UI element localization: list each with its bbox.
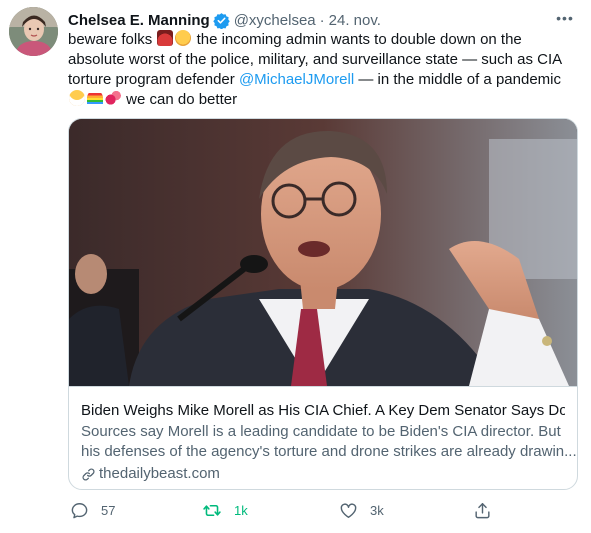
heart-icon — [339, 501, 358, 520]
author-handle[interactable]: @xychelsea — [234, 12, 316, 29]
retweet-icon — [202, 501, 222, 520]
reply-count: 57 — [101, 502, 116, 518]
link-card[interactable]: Biden Weighs Mike Morell as His CIA Chie… — [68, 118, 578, 490]
separator-dot: · — [319, 11, 325, 29]
face-with-mask-emoji-icon — [69, 90, 85, 106]
retweet-button[interactable]: 1k — [202, 498, 248, 522]
tweet-text-line-3: torture program defender @MichaelJMorell… — [68, 70, 580, 90]
link-icon — [81, 467, 96, 482]
tweet[interactable]: Chelsea E. Manning @xychelsea · 24. nov.… — [0, 0, 591, 533]
share-button[interactable] — [473, 498, 492, 522]
tweet-text: beware folks the incoming admin wants to… — [68, 30, 580, 110]
more-icon[interactable]: ••• — [555, 8, 575, 28]
share-icon — [473, 501, 492, 520]
card-photo — [69, 119, 577, 386]
retweet-count: 1k — [234, 502, 248, 518]
avatar-image — [9, 7, 58, 56]
two-hearts-emoji-icon — [105, 90, 121, 106]
tweet-text-segment: torture program defender — [68, 71, 235, 88]
verified-badge-icon — [212, 12, 230, 29]
card-body[interactable]: Biden Weighs Mike Morell as His CIA Chie… — [69, 386, 577, 489]
tweet-text-segment: — in the middle of a pandemic — [358, 71, 561, 88]
mention-link[interactable]: @MichaelJMorell — [239, 71, 354, 88]
screaming-face-emoji-icon — [175, 30, 192, 46]
siren-emoji-icon — [157, 30, 174, 46]
card-domain-text: thedailybeast.com — [99, 465, 220, 482]
avatar[interactable] — [9, 7, 58, 56]
tweet-date[interactable]: 24. nov. — [329, 12, 381, 29]
action-bar: 57 1k 3k — [68, 498, 568, 522]
card-title: Biden Weighs Mike Morell as His CIA Chie… — [81, 402, 565, 419]
card-domain: thedailybeast.com — [81, 464, 565, 484]
reply-button[interactable]: 57 — [70, 498, 115, 522]
reply-icon — [70, 501, 89, 520]
rainbow-emoji-icon — [87, 90, 103, 106]
author-name[interactable]: Chelsea E. Manning — [68, 12, 210, 29]
tweet-header: Chelsea E. Manning @xychelsea · 24. nov.… — [68, 10, 581, 30]
tweet-text-segment: we can do better — [126, 91, 238, 108]
tweet-text-line-1: beware folks the incoming admin wants to… — [68, 30, 580, 50]
card-image[interactable] — [69, 119, 577, 386]
card-description-line-2: his defenses of the agency's torture and… — [81, 443, 577, 460]
card-description: Sources say Morell is a leading candidat… — [81, 422, 577, 462]
tweet-text-segment: beware folks — [68, 31, 153, 48]
like-button[interactable]: 3k — [339, 498, 384, 522]
card-description-line-1: Sources say Morell is a leading candidat… — [81, 423, 561, 440]
tweet-text-segment: the incoming admin wants to double down … — [196, 31, 522, 48]
tweet-text-line-4: we can do better — [68, 90, 580, 110]
tweet-text-line-2: absolute worst of the police, military, … — [68, 51, 563, 68]
like-count: 3k — [370, 502, 384, 518]
